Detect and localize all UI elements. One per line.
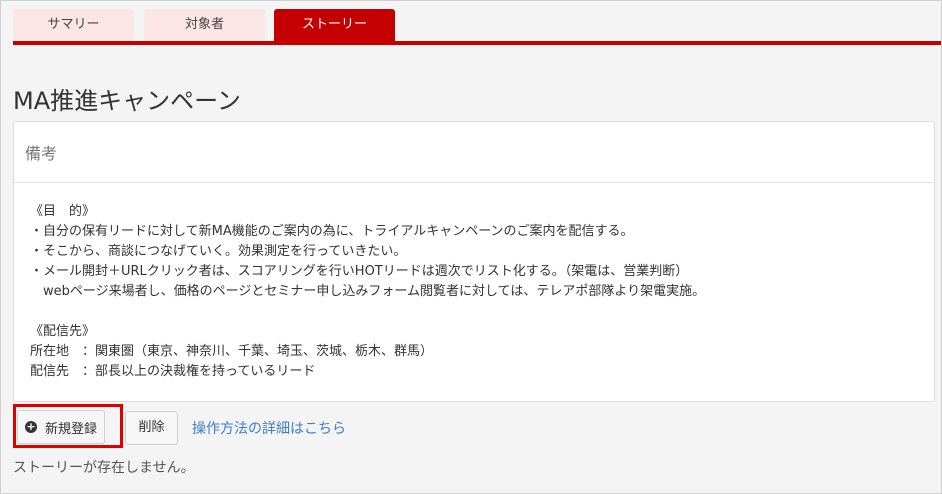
notes-line: ・メール開封＋URLクリック者は、スコアリングを行いHOTリードは週次でリスト化… bbox=[30, 264, 689, 279]
notes-body: 《目 的》 ・自分の保有リードに対して新MA機能のご案内の為に、トライアルキャン… bbox=[30, 202, 922, 382]
tab-bar: サマリー 対象者 ストーリー bbox=[13, 9, 941, 45]
notes-heading: 備考 bbox=[25, 144, 58, 163]
notes-panel: 備考 《目 的》 ・自分の保有リードに対して新MA機能のご案内の為に、トライアル… bbox=[13, 121, 935, 402]
empty-story-message: ストーリーが存在しません。 bbox=[13, 460, 195, 476]
tab-targets[interactable]: 対象者 bbox=[144, 9, 265, 41]
notes-line: ・そこから、商談につなげていく。効果測定を行っていきたい。 bbox=[30, 244, 407, 259]
notes-line bbox=[30, 302, 922, 322]
help-link[interactable]: 操作方法の詳細はこちら bbox=[192, 418, 346, 438]
notes-line: 所在地 ：関東圏（東京、神奈川、千葉、埼玉、茨城、栃木、群馬） bbox=[30, 344, 434, 359]
page-title: MA推進キャンペーン bbox=[13, 87, 241, 115]
notes-line: 《配信先》 bbox=[30, 324, 96, 339]
delete-button[interactable]: 削除 bbox=[125, 411, 178, 445]
notes-divider bbox=[14, 182, 934, 183]
notes-line: 配信先 ：部長以上の決裁権を持っているリード bbox=[30, 364, 316, 379]
plus-circle-icon: + bbox=[24, 420, 37, 433]
tab-summary[interactable]: サマリー bbox=[13, 9, 134, 41]
tab-story[interactable]: ストーリー bbox=[274, 9, 395, 41]
notes-line: ・自分の保有リードに対して新MA機能のご案内の為に、トライアルキャンペーンのご案… bbox=[30, 224, 634, 239]
new-registration-button[interactable]: + 新規登録 bbox=[17, 410, 105, 444]
notes-line: webページ来場者し、価格のページとセミナー申し込みフォーム閲覧者に対しては、テ… bbox=[30, 284, 706, 299]
notes-line: 《目 的》 bbox=[30, 204, 96, 219]
new-registration-label: 新規登録 bbox=[44, 421, 97, 437]
